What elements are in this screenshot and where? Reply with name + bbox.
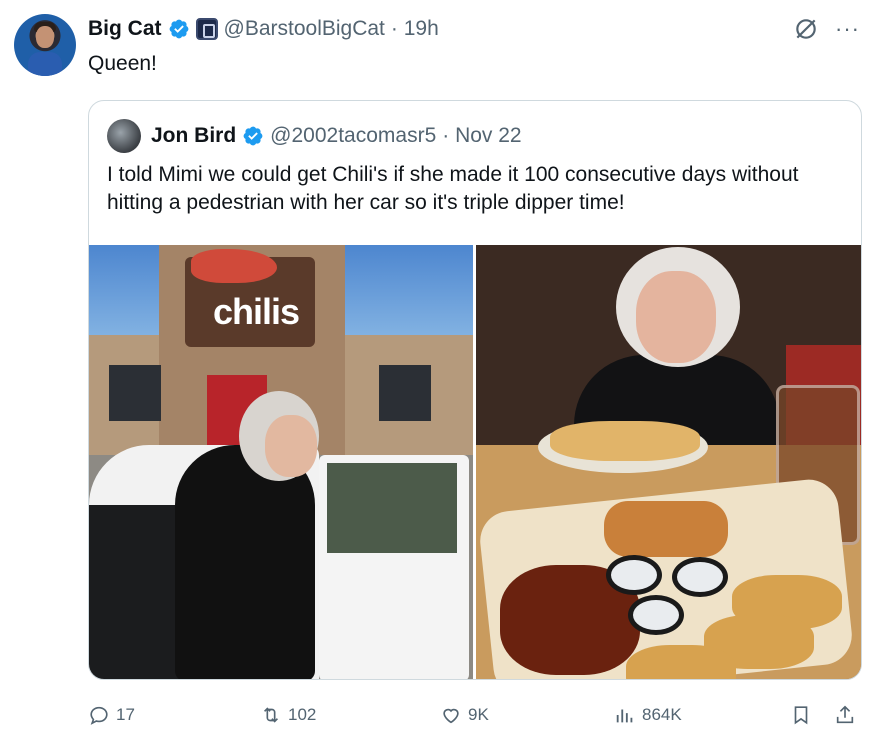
- chili-pepper-logo: [191, 249, 277, 283]
- quoted-text: I told Mimi we could get Chili's if she …: [107, 163, 799, 214]
- tweet-actions: 17 102 9K 864K: [88, 700, 864, 730]
- quoted-handle[interactable]: @2002tacomasr5: [270, 124, 436, 148]
- author-name[interactable]: Big Cat: [88, 17, 162, 41]
- quoted-avatar[interactable]: [107, 119, 141, 153]
- quoted-tweet[interactable]: Jon Bird @2002tacomasr5 · Nov 22 I told …: [88, 100, 862, 680]
- reply-button[interactable]: 17: [88, 700, 135, 730]
- share-icon: [836, 705, 854, 724]
- chilis-sign-text: chilis: [213, 291, 300, 332]
- share-button[interactable]: [834, 700, 856, 730]
- like-button[interactable]: 9K: [440, 700, 489, 730]
- tweet-time[interactable]: · 19h: [391, 17, 439, 41]
- repost-count: 102: [288, 705, 317, 724]
- grok-icon[interactable]: [793, 16, 819, 42]
- quoted-time[interactable]: · Nov 22: [442, 124, 521, 148]
- bookmark-button[interactable]: [790, 700, 812, 730]
- quoted-header: Jon Bird @2002tacomasr5 · Nov 22: [107, 119, 522, 153]
- top-actions: ···: [793, 16, 860, 42]
- repost-button[interactable]: 102: [260, 700, 316, 730]
- reply-icon: [90, 706, 108, 725]
- verified-icon: [169, 19, 188, 39]
- views-button[interactable]: 864K: [614, 700, 682, 730]
- like-icon: [443, 708, 459, 724]
- bookmark-icon: [794, 706, 808, 725]
- repost-icon: [263, 707, 279, 723]
- author-handle[interactable]: @BarstoolBigCat: [224, 17, 385, 41]
- tweet-header: Big Cat @BarstoolBigCat · 19h: [88, 14, 439, 44]
- views-count: 864K: [642, 705, 682, 724]
- quoted-name[interactable]: Jon Bird: [151, 124, 236, 148]
- tweet-text: Queen!: [88, 52, 157, 75]
- photo-chilis-exterior[interactable]: chilis: [89, 245, 473, 679]
- like-count: 9K: [468, 705, 489, 724]
- author-avatar[interactable]: [14, 14, 76, 76]
- more-icon[interactable]: ···: [835, 18, 860, 40]
- affiliate-badge-icon[interactable]: [195, 18, 218, 40]
- verified-icon: [243, 126, 263, 146]
- photo-triple-dipper[interactable]: [476, 245, 861, 679]
- views-icon: [616, 709, 633, 723]
- reply-count: 17: [116, 705, 135, 724]
